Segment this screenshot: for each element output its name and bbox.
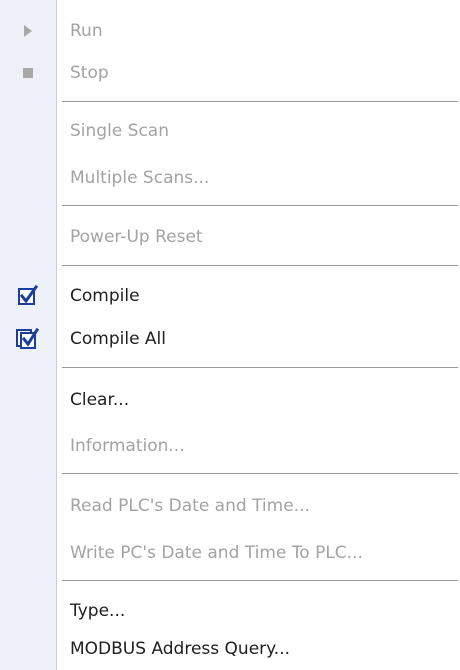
- menu-item-modbus-address-query-label: MODBUS Address Query...: [70, 639, 290, 659]
- menu-separator: [62, 205, 458, 207]
- menu-item-modbus-address-query[interactable]: MODBUS Address Query...: [0, 627, 460, 670]
- menu-item-read-plc-date-time-label: Read PLC's Date and Time...: [70, 496, 310, 516]
- menu-item-stop-label: Stop: [70, 63, 109, 83]
- menu-item-clear-label: Clear...: [70, 390, 130, 410]
- menu-separator: [62, 580, 458, 582]
- plc-context-menu: Run Stop Single Scan Multiple Scans... P…: [0, 0, 460, 670]
- menu-item-power-up-reset[interactable]: Power-Up Reset: [0, 215, 460, 259]
- compile-check-icon: [16, 284, 40, 308]
- menu-item-compile-label: Compile: [70, 286, 140, 306]
- menu-item-information[interactable]: Information...: [0, 424, 460, 468]
- menu-separator: [62, 265, 458, 267]
- menu-item-power-up-reset-label: Power-Up Reset: [70, 227, 203, 247]
- menu-item-write-pc-date-time[interactable]: Write PC's Date and Time To PLC...: [0, 531, 460, 575]
- menu-item-compile-all[interactable]: Compile All: [0, 317, 460, 361]
- menu-item-write-pc-date-time-label: Write PC's Date and Time To PLC...: [70, 543, 363, 563]
- menu-item-compile[interactable]: Compile: [0, 274, 460, 318]
- menu-item-run[interactable]: Run: [0, 9, 460, 53]
- menu-separator: [62, 473, 458, 475]
- compile-all-check-icon: [16, 327, 40, 351]
- menu-item-multiple-scans-label: Multiple Scans...: [70, 168, 210, 188]
- menu-item-compile-all-label: Compile All: [70, 329, 167, 349]
- menu-item-information-label: Information...: [70, 436, 185, 456]
- menu-item-multiple-scans[interactable]: Multiple Scans...: [0, 156, 460, 200]
- menu-separator: [62, 101, 458, 103]
- menu-separator: [62, 367, 458, 369]
- stop-icon: [16, 61, 40, 85]
- menu-item-single-scan-label: Single Scan: [70, 121, 169, 141]
- menu-item-run-label: Run: [70, 21, 103, 41]
- menu-item-read-plc-date-time[interactable]: Read PLC's Date and Time...: [0, 484, 460, 528]
- menu-item-type-label: Type...: [70, 601, 126, 621]
- menu-item-stop[interactable]: Stop: [0, 51, 460, 95]
- menu-item-clear[interactable]: Clear...: [0, 378, 460, 422]
- play-icon: [16, 19, 40, 43]
- menu-item-single-scan[interactable]: Single Scan: [0, 109, 460, 153]
